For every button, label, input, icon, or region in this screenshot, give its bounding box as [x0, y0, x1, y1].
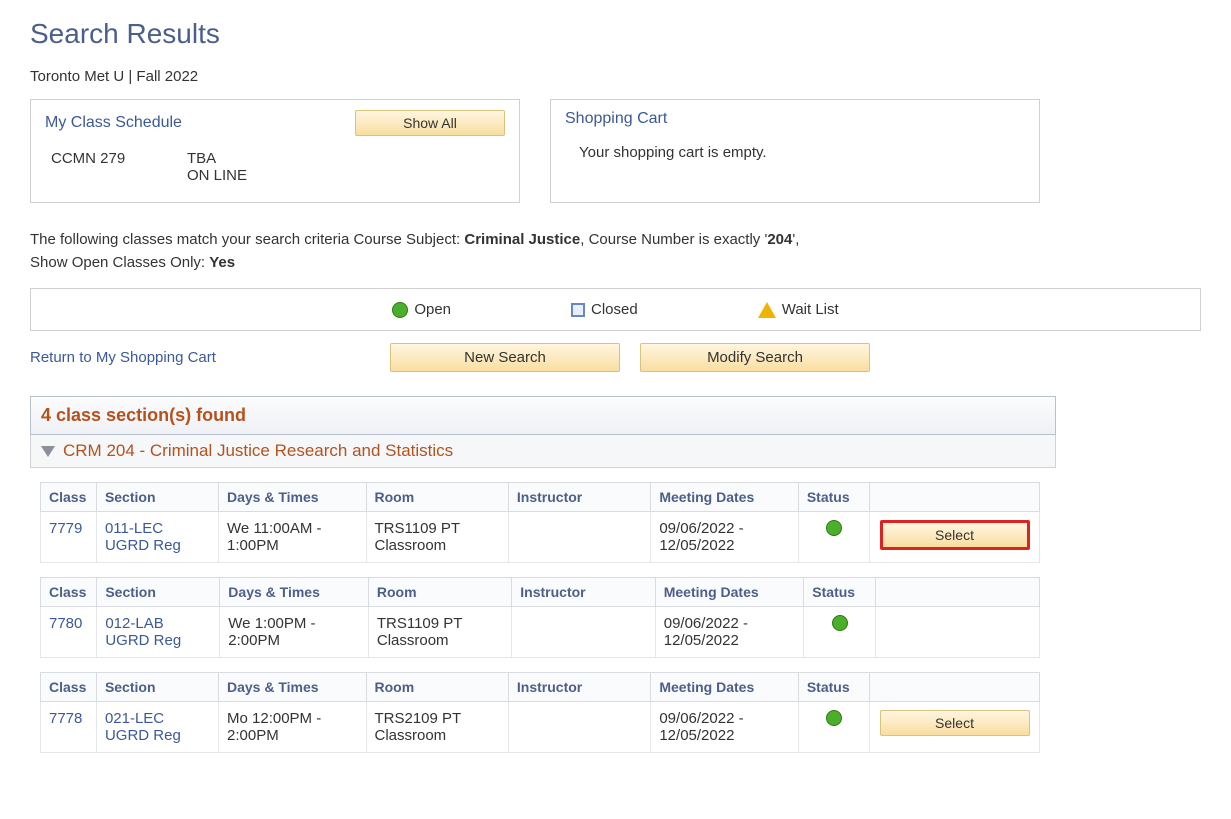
- criteria-prefix: The following classes match your search …: [30, 231, 464, 248]
- select-button[interactable]: Select: [880, 710, 1030, 736]
- col-header-action: [876, 578, 1040, 607]
- course-header[interactable]: CRM 204 - Criminal Justice Research and …: [30, 435, 1056, 468]
- my-class-schedule-panel: My Class Schedule Show All CCMN 279 TBA …: [30, 99, 520, 203]
- open-status-icon: [832, 615, 848, 631]
- col-header-room: Room: [366, 483, 508, 512]
- action-cell: Select: [870, 512, 1040, 563]
- table-row: 7780 012-LAB UGRD Reg We 1:00PM - 2:00PMTR…: [41, 607, 1040, 658]
- class-number-link[interactable]: 7780: [49, 615, 82, 632]
- col-header-instructor: Instructor: [512, 578, 655, 607]
- open-status-icon: [826, 520, 842, 536]
- section-table: ClassSectionDays & TimesRoomInstructorMe…: [40, 482, 1040, 563]
- col-header-class: Class: [41, 673, 97, 702]
- legend-open-label: Open: [414, 301, 451, 318]
- modify-search-button[interactable]: Modify Search: [640, 343, 870, 372]
- shopping-cart-panel: Shopping Cart Your shopping cart is empt…: [550, 99, 1040, 203]
- table-row: 7778 021-LEC UGRD Reg Mo 12:00PM - 2:00PMT…: [41, 702, 1040, 753]
- section-table: ClassSectionDays & TimesRoomInstructorMe…: [40, 672, 1040, 753]
- new-search-button[interactable]: New Search: [390, 343, 620, 372]
- col-header-dates: Meeting Dates: [655, 578, 804, 607]
- status-cell: [798, 702, 869, 753]
- closed-status-icon: [571, 303, 585, 317]
- section-link[interactable]: 021-LEC UGRD Reg: [105, 710, 181, 744]
- open-status-icon: [392, 302, 408, 318]
- col-header-class: Class: [41, 483, 97, 512]
- col-header-days: Days & Times: [219, 483, 367, 512]
- instructor: [508, 702, 650, 753]
- course-title: CRM 204 - Criminal Justice Research and …: [63, 441, 453, 461]
- table-row: 7779 011-LEC UGRD Reg We 11:00AM - 1:00PMT…: [41, 512, 1040, 563]
- instructor: [512, 607, 655, 658]
- status-legend: Open Closed Wait List: [30, 288, 1201, 331]
- col-header-status: Status: [798, 673, 869, 702]
- col-header-status: Status: [804, 578, 876, 607]
- action-cell: [876, 607, 1040, 658]
- cart-panel-title: Shopping Cart: [565, 110, 1025, 128]
- meeting-dates: 09/06/2022 - 12/05/2022: [655, 607, 804, 658]
- legend-waitlist-label: Wait List: [782, 301, 839, 318]
- cart-empty-message: Your shopping cart is empty.: [565, 144, 1025, 161]
- section-link[interactable]: 012-LAB UGRD Reg: [105, 615, 181, 649]
- open-status-icon: [826, 710, 842, 726]
- meeting-dates: 09/06/2022 - 12/05/2022: [651, 702, 799, 753]
- context-line: Toronto Met U | Fall 2022: [30, 68, 1201, 85]
- page-title: Search Results: [30, 18, 1201, 50]
- collapse-icon: [41, 446, 55, 457]
- col-header-status: Status: [798, 483, 869, 512]
- legend-closed-label: Closed: [591, 301, 638, 318]
- class-number-link[interactable]: 7779: [49, 520, 82, 537]
- days-times: We 11:00AM - 1:00PM: [219, 512, 367, 563]
- room: TRS1109 PT Classroom: [366, 512, 508, 563]
- col-header-action: [870, 483, 1040, 512]
- col-header-instructor: Instructor: [508, 483, 650, 512]
- room: TRS2109 PT Classroom: [366, 702, 508, 753]
- section-table: ClassSectionDays & TimesRoomInstructorMe…: [40, 577, 1040, 658]
- days-times: We 1:00PM - 2:00PM: [220, 607, 369, 658]
- col-header-room: Room: [366, 673, 508, 702]
- col-header-days: Days & Times: [219, 673, 367, 702]
- criteria-number: 204: [767, 231, 792, 248]
- criteria-mid1: , Course Number is exactly ': [580, 231, 767, 248]
- status-cell: [798, 512, 869, 563]
- return-to-cart-link[interactable]: Return to My Shopping Cart: [30, 349, 216, 366]
- meeting-dates: 09/06/2022 - 12/05/2022: [651, 512, 799, 563]
- col-header-room: Room: [368, 578, 511, 607]
- search-criteria-summary: The following classes match your search …: [30, 229, 840, 274]
- class-number-link[interactable]: 7778: [49, 710, 82, 727]
- select-button[interactable]: Select: [880, 520, 1030, 550]
- instructor: [508, 512, 650, 563]
- criteria-subject: Criminal Justice: [464, 231, 580, 248]
- section-link[interactable]: 011-LEC UGRD Reg: [105, 520, 181, 554]
- action-cell: Select: [870, 702, 1040, 753]
- col-header-class: Class: [41, 578, 97, 607]
- schedule-course: CCMN 279: [51, 150, 161, 184]
- col-header-dates: Meeting Dates: [651, 673, 799, 702]
- schedule-panel-title: My Class Schedule: [45, 114, 182, 132]
- schedule-time: TBA: [187, 150, 247, 167]
- show-all-button[interactable]: Show All: [355, 110, 505, 136]
- col-header-days: Days & Times: [220, 578, 369, 607]
- col-header-section: Section: [96, 673, 218, 702]
- days-times: Mo 12:00PM - 2:00PM: [219, 702, 367, 753]
- criteria-open: Yes: [209, 254, 235, 271]
- waitlist-status-icon: [758, 302, 776, 318]
- results-count-header: 4 class section(s) found: [30, 396, 1056, 435]
- room: TRS1109 PT Classroom: [368, 607, 511, 658]
- schedule-mode: ON LINE: [187, 167, 247, 184]
- status-cell: [804, 607, 876, 658]
- col-header-action: [870, 673, 1040, 702]
- col-header-dates: Meeting Dates: [651, 483, 799, 512]
- col-header-instructor: Instructor: [508, 673, 650, 702]
- col-header-section: Section: [96, 483, 218, 512]
- col-header-section: Section: [97, 578, 220, 607]
